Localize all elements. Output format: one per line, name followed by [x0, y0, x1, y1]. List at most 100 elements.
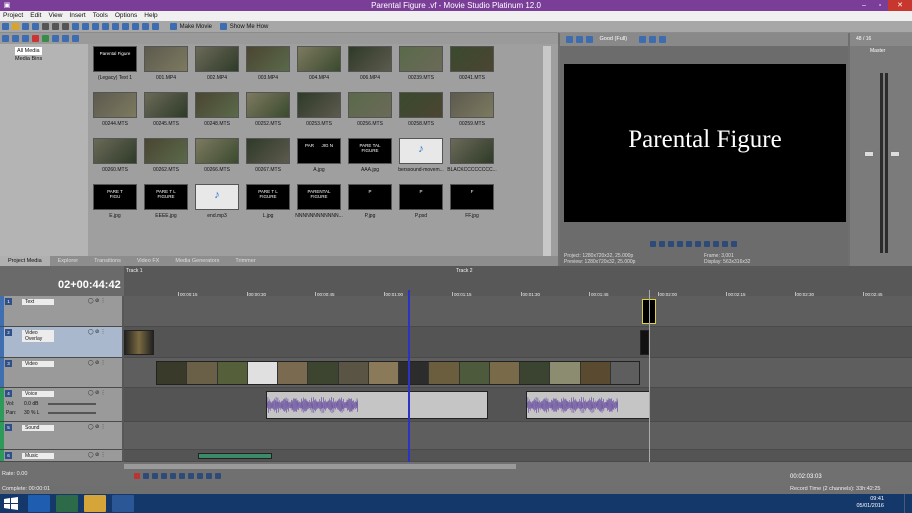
external-monitor-icon[interactable] [576, 36, 583, 43]
track-vol-slider[interactable] [48, 403, 96, 405]
menu-tools[interactable]: Tools [93, 11, 108, 21]
menu-project[interactable]: Project [3, 11, 23, 21]
autoripple-icon[interactable] [102, 23, 109, 30]
track-mute-solo-icon[interactable]: ◯ ⊘ ⋮ [88, 390, 106, 396]
show-me-how-icon[interactable] [219, 23, 227, 30]
lock-icon[interactable] [112, 23, 119, 30]
scrub-icon[interactable] [152, 23, 159, 30]
track-mute-solo-icon[interactable]: ◯ ⊘ ⋮ [88, 298, 106, 304]
tree-item-media-bins[interactable]: Media Bins [3, 55, 85, 63]
cut-icon[interactable] [42, 23, 49, 30]
media-item[interactable]: 00260.MTS [90, 138, 140, 176]
media-item[interactable]: P P.jpg [345, 184, 395, 222]
next-button-icon[interactable] [215, 473, 221, 479]
media-item[interactable]: PARE T L FIGURE L.jpg [243, 184, 293, 222]
track-header[interactable]: 4 Voice ◯ ⊘ ⋮ Vol: 0.0 dB Pan: 30 % L [0, 388, 122, 422]
media-item[interactable]: PARENTAL FIGURE NNNNNNNNNNNN... [294, 184, 344, 222]
app-icon[interactable]: ▣ [2, 0, 12, 11]
pause-button-icon[interactable] [170, 473, 176, 479]
play-icon[interactable] [677, 241, 683, 247]
media-item[interactable]: 00266.MTS [192, 138, 242, 176]
play-start-button-icon[interactable] [152, 473, 158, 479]
copy-icon[interactable] [52, 23, 59, 30]
ie-taskbar-icon[interactable] [28, 495, 50, 512]
media-item[interactable]: PARE TAL FIGURE AAA.jpg [345, 138, 395, 176]
paste-icon[interactable] [62, 23, 69, 30]
media-item[interactable]: 001.MP4 [141, 46, 191, 84]
media-item[interactable]: 006.MP4 [345, 46, 395, 84]
zoom-tool-icon[interactable] [142, 23, 149, 30]
track-mute-solo-icon[interactable]: ◯ ⊘ ⋮ [88, 329, 106, 335]
media-item[interactable]: 00248.MTS [192, 92, 242, 130]
tab-media-generators[interactable]: Media Generators [167, 256, 227, 266]
track-lane[interactable] [124, 327, 912, 358]
track-mute-solo-icon[interactable]: ◯ ⊘ ⋮ [88, 452, 106, 458]
capture-icon[interactable] [12, 35, 19, 42]
preview-settings-icon[interactable] [566, 36, 573, 43]
play-from-start-icon[interactable] [668, 241, 674, 247]
media-scrollbar[interactable] [543, 46, 551, 256]
media-item[interactable]: 00252.MTS [243, 92, 293, 130]
tab-transitions[interactable]: Transitions [86, 256, 129, 266]
views-icon[interactable] [72, 35, 79, 42]
minimize-button[interactable]: – [856, 0, 872, 11]
track-header[interactable]: 2 Video Overlay ◯ ⊘ ⋮ [0, 327, 122, 358]
overlay-event[interactable] [640, 330, 649, 355]
go-to-end-icon[interactable] [713, 241, 719, 247]
taskbar-clock[interactable]: 09:41 05/01/2016 [856, 496, 884, 510]
snap-icon[interactable] [92, 23, 99, 30]
go-to-start-icon[interactable] [704, 241, 710, 247]
stop-button-icon[interactable] [179, 473, 185, 479]
close-button[interactable]: ✕ [888, 0, 912, 11]
stop-icon[interactable] [695, 241, 701, 247]
track-name[interactable]: Music [22, 453, 54, 459]
record-button-icon[interactable] [134, 473, 140, 479]
prev-frame-icon[interactable] [722, 241, 728, 247]
tab-project-media[interactable]: Project Media [0, 256, 50, 266]
track-name[interactable]: Sound [22, 425, 54, 431]
marker-2[interactable]: Track 2 [456, 268, 472, 274]
next-frame-icon[interactable] [731, 241, 737, 247]
media-item[interactable]: Parental Figure (Legacy) Text 1 [90, 46, 140, 84]
media-item[interactable]: BLACKCCCCCCCC... [447, 138, 497, 176]
menu-view[interactable]: View [48, 11, 62, 21]
remove-media-icon[interactable] [32, 35, 39, 42]
video-fx-icon[interactable] [586, 36, 593, 43]
show-me-how-button[interactable]: Show Me How [230, 21, 269, 33]
media-item[interactable]: 00245.MTS [141, 92, 191, 130]
media-item[interactable]: F FF.jpg [447, 184, 497, 222]
track-name[interactable]: Voice [22, 391, 54, 397]
media-item[interactable]: 00262.MTS [141, 138, 191, 176]
overlay-event[interactable] [124, 330, 154, 355]
tab-explorer[interactable]: Explorer [50, 256, 86, 266]
save-snapshot-icon[interactable] [658, 36, 666, 43]
media-item[interactable]: 00253.MTS [294, 92, 344, 130]
video-event[interactable] [156, 361, 640, 385]
track-lane[interactable] [124, 388, 912, 422]
track-pan-slider[interactable] [48, 412, 96, 414]
media-item[interactable]: 003.MP4 [243, 46, 293, 84]
track-lane[interactable] [124, 296, 912, 327]
play-button-icon[interactable] [161, 473, 167, 479]
media-item[interactable]: 00259.MTS [447, 92, 497, 130]
media-item[interactable]: 004.MP4 [294, 46, 344, 84]
media-item[interactable]: PARE T FIGU E.jpg [90, 184, 140, 222]
media-item[interactable]: PAR JIG N A.jpg [294, 138, 344, 176]
import-media-icon[interactable] [2, 35, 9, 42]
menu-edit[interactable]: Edit [30, 11, 41, 21]
voice-event[interactable] [266, 391, 488, 419]
show-desktop-button[interactable] [904, 494, 910, 513]
media-item[interactable]: 00256.MTS [345, 92, 395, 130]
media-item[interactable]: 00267.MTS [243, 138, 293, 176]
media-fx-icon[interactable] [42, 35, 49, 42]
auto-preview-icon[interactable] [52, 35, 59, 42]
prev-button-icon[interactable] [206, 473, 212, 479]
preview-quality-select[interactable]: Good (Full) [600, 36, 628, 42]
open-icon[interactable] [12, 23, 19, 30]
voice-event[interactable] [526, 391, 650, 419]
menu-insert[interactable]: Insert [69, 11, 85, 21]
track-name[interactable]: Text [22, 299, 54, 305]
copy-snapshot-icon[interactable] [648, 36, 656, 43]
media-item[interactable]: 00258.MTS [396, 92, 446, 130]
marker-1[interactable]: Track 1 [126, 268, 142, 274]
